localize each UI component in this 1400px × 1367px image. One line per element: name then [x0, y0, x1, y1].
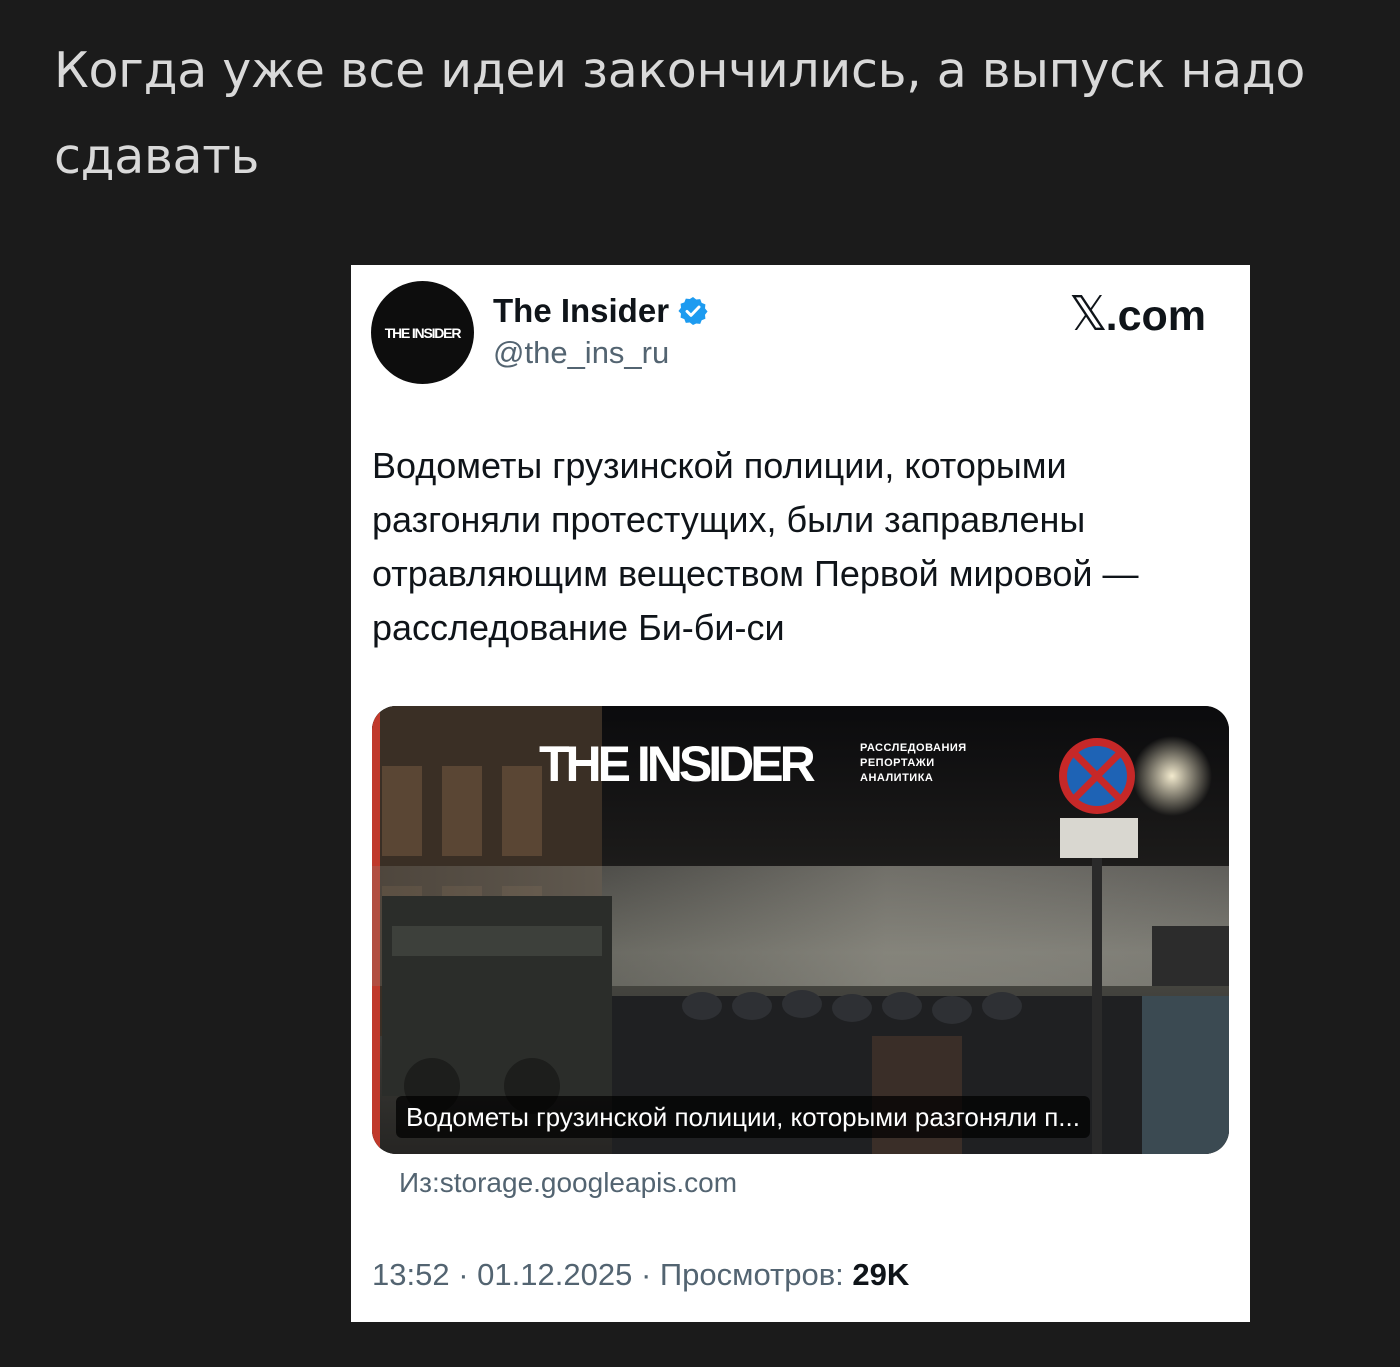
tweet-text: Водометы грузинской полиции, которыми ра… — [372, 445, 1139, 648]
media-brand-logo: THE INSIDER — [539, 736, 816, 792]
brand-tag: АНАЛИТИКА — [860, 772, 934, 784]
author-name-row[interactable]: The Insider — [493, 291, 709, 331]
views-label: Просмотров: — [659, 1257, 844, 1292]
avatar-logo-text: THE INSIDER — [384, 324, 462, 341]
brand-tag: РАССЛЕДОВАНИЯ — [860, 742, 967, 754]
post-title: Когда уже все идеи закончились, а выпуск… — [54, 42, 1306, 185]
tweet-meta: 13:52 · 01.12.2025 · Просмотров: 29K — [372, 1254, 909, 1296]
x-logo-domain: .com — [1105, 292, 1206, 340]
views-count: 29K — [852, 1257, 910, 1292]
tweet-time[interactable]: 13:52 — [372, 1257, 450, 1292]
author-handle[interactable]: @the_ins_ru — [493, 333, 669, 373]
link-preview-title[interactable]: Водометы грузинской полиции, которыми ра… — [396, 1096, 1090, 1138]
link-source[interactable]: Из:storage.googleapis.com — [399, 1163, 737, 1203]
tweet-embed[interactable]: THE INSIDER The Insider @the_ins_ru 𝕏.co… — [351, 265, 1250, 1322]
media-brand-tags: РАССЛЕДОВАНИЯ РЕПОРТАЖИ АНАЛИТИКА — [860, 741, 967, 786]
author-display-name[interactable]: The Insider — [493, 291, 669, 331]
x-com-logo[interactable]: 𝕏.com — [1069, 290, 1206, 341]
brand-tag: РЕПОРТАЖИ — [860, 757, 935, 769]
meta-separator: · — [640, 1257, 652, 1292]
link-preview-card[interactable]: THE INSIDER РАССЛЕДОВАНИЯ РЕПОРТАЖИ АНАЛ… — [372, 706, 1229, 1154]
verified-badge-icon — [677, 295, 709, 327]
tweet-date[interactable]: 01.12.2025 — [477, 1257, 632, 1292]
author-avatar[interactable]: THE INSIDER — [371, 281, 474, 384]
meta-separator: · — [458, 1257, 469, 1292]
x-logo-icon: 𝕏 — [1068, 288, 1108, 341]
